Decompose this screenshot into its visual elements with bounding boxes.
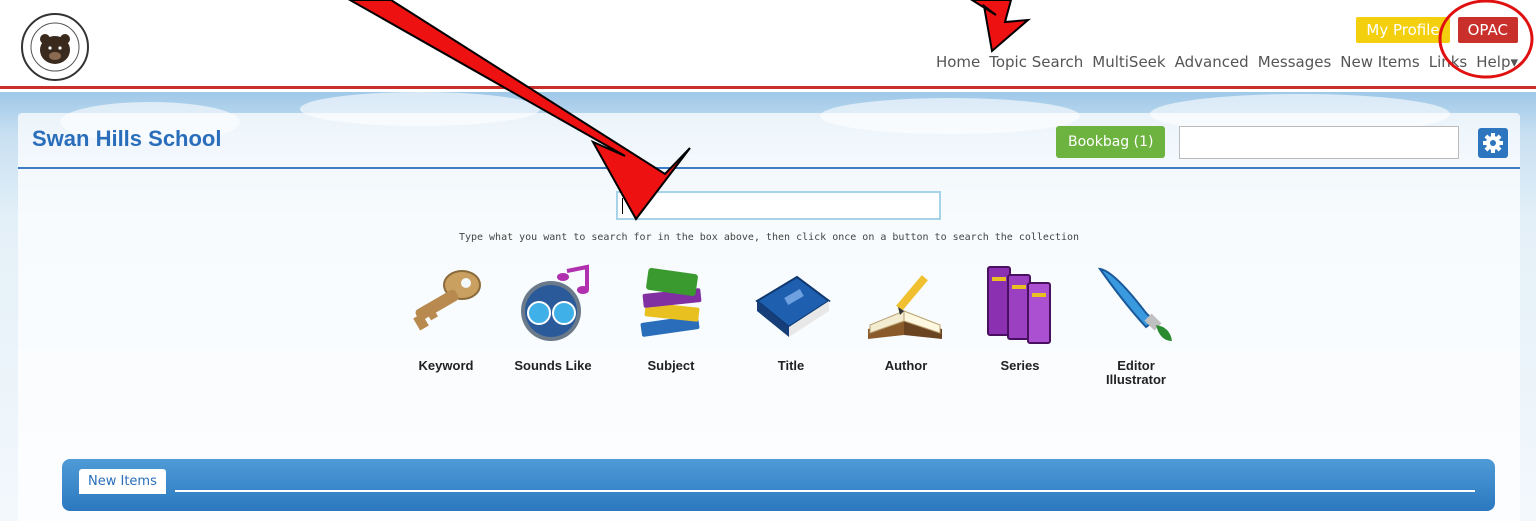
opac-button[interactable]: OPAC	[1457, 17, 1518, 43]
new-items-tab[interactable]: New Items	[79, 469, 166, 494]
subject-label: Subject	[647, 358, 695, 373]
author-search-button[interactable]: Author	[861, 263, 951, 413]
new-items-section: New Items	[62, 459, 1495, 511]
search-hint: Type what you want to search for in the …	[458, 232, 1080, 243]
nav-topic-search[interactable]: Topic Search	[989, 53, 1083, 71]
main-search-input[interactable]	[616, 191, 941, 220]
nav-multiseek[interactable]: MultiSeek	[1092, 53, 1165, 71]
author-label: Author	[884, 358, 928, 373]
quick-search-input[interactable]	[1179, 126, 1459, 159]
books-stack-icon	[640, 268, 702, 337]
panel-header: Swan Hills School Bookbag (1)	[18, 113, 1520, 169]
page: My Profile OPAC Home Topic Search MultiS…	[0, 0, 1536, 521]
keyword-search-button[interactable]: Keyword	[401, 263, 491, 413]
new-items-divider	[175, 490, 1475, 492]
sounds-like-icon	[521, 264, 589, 341]
nav-new-items[interactable]: New Items	[1340, 53, 1419, 71]
series-search-button[interactable]: Series	[975, 263, 1065, 413]
nav-advanced[interactable]: Advanced	[1175, 53, 1249, 71]
school-title: Swan Hills School	[32, 126, 222, 151]
blue-book-icon	[755, 275, 831, 337]
series-label: Series	[1000, 358, 1040, 373]
top-buttons: My Profile OPAC	[1356, 17, 1518, 43]
nav-messages[interactable]: Messages	[1258, 53, 1332, 71]
book-series-icon	[987, 266, 1051, 344]
editor-illustrator-label: Editor Illustrator	[1106, 358, 1166, 387]
gear-icon	[1483, 133, 1503, 153]
editor-illustrator-search-button[interactable]: Editor Illustrator	[1091, 263, 1181, 413]
main-nav: Home Topic Search MultiSeek Advanced Mes…	[936, 53, 1518, 71]
school-logo	[21, 13, 89, 81]
search-panel: Swan Hills School Bookbag (1) Type what …	[18, 113, 1520, 521]
text-caret	[622, 198, 623, 214]
search-type-buttons: Keyword Sounds Like Subject Title Author…	[401, 263, 1172, 423]
settings-gear-button[interactable]	[1478, 128, 1508, 158]
title-label: Title	[777, 358, 805, 373]
title-search-button[interactable]: Title	[746, 263, 836, 413]
paintbrush-icon	[1097, 267, 1172, 341]
open-book-pencil-icon	[868, 275, 942, 339]
my-profile-button[interactable]: My Profile	[1356, 17, 1450, 43]
bookbag-button[interactable]: Bookbag (1)	[1056, 126, 1166, 158]
subject-search-button[interactable]: Subject	[626, 263, 716, 413]
sounds-like-label: Sounds Like	[514, 358, 592, 373]
nav-links[interactable]: Links	[1429, 53, 1468, 71]
key-icon	[413, 270, 481, 331]
sounds-like-search-button[interactable]: Sounds Like	[508, 263, 598, 413]
nav-help[interactable]: Help▾	[1476, 53, 1518, 71]
nav-home[interactable]: Home	[936, 53, 980, 71]
top-header: My Profile OPAC Home Topic Search MultiS…	[0, 0, 1536, 89]
keyword-label: Keyword	[418, 358, 474, 373]
